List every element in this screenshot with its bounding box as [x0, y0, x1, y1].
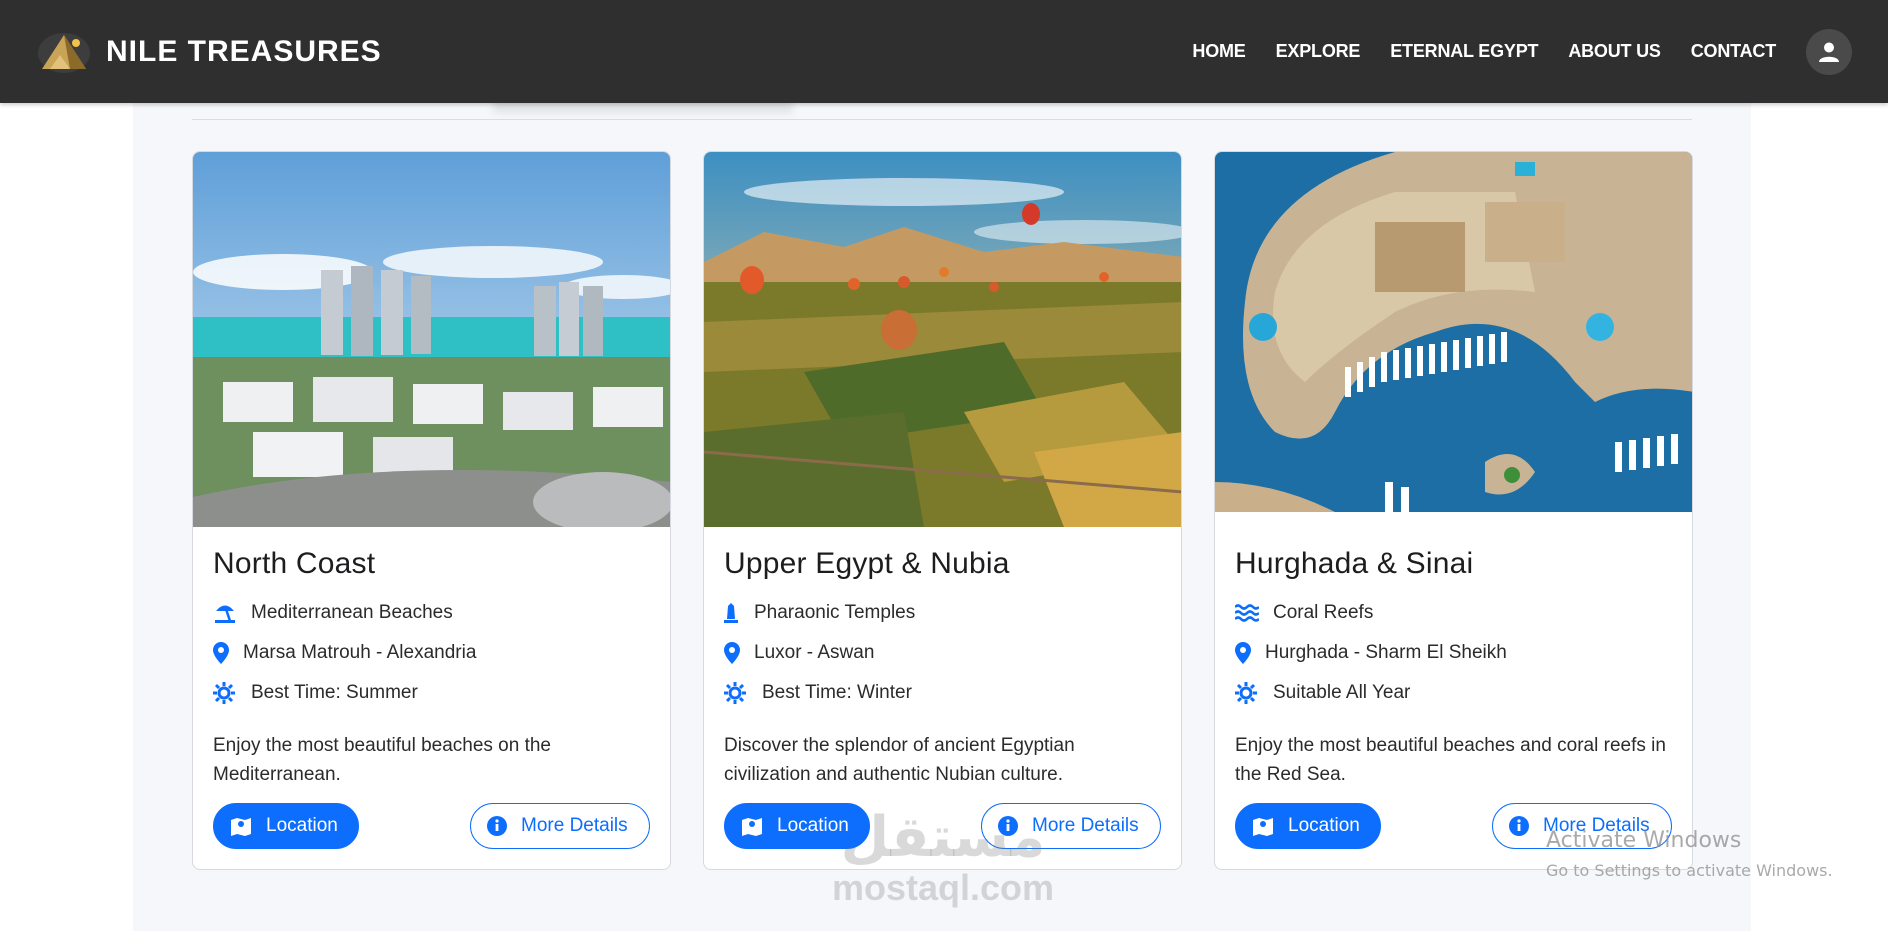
card-season-row: Best Time: Summer	[213, 673, 650, 713]
map-icon	[230, 816, 252, 836]
nav-link-about-us[interactable]: ABOUT US	[1568, 41, 1661, 62]
card-title: North Coast	[213, 547, 376, 580]
card-season-text: Best Time: Winter	[762, 682, 912, 703]
nav-links: HOME EXPLORE ETERNAL EGYPT ABOUT US CONT…	[1192, 41, 1776, 62]
card-category-row: Mediterranean Beaches	[213, 593, 650, 633]
map-icon	[1252, 816, 1274, 836]
card-description: Enjoy the most beautiful beaches and cor…	[1235, 735, 1666, 785]
section-divider	[192, 119, 1692, 120]
map-icon	[741, 816, 763, 836]
user-account-button[interactable]	[1806, 28, 1852, 75]
card-location-text: Hurghada - Sharm El Sheikh	[1265, 642, 1507, 663]
nav-link-explore[interactable]: EXPLORE	[1276, 41, 1361, 62]
location-button-label: Location	[266, 815, 338, 836]
card-season-text: Best Time: Summer	[251, 682, 418, 703]
card-category-text: Coral Reefs	[1273, 602, 1374, 623]
card-category-row: Pharaonic Temples	[724, 593, 1161, 633]
card-location-row: Hurghada - Sharm El Sheikh	[1235, 633, 1672, 673]
map-pin-icon	[213, 641, 231, 665]
north-coast-photo	[193, 152, 670, 527]
card-title: Hurghada & Sinai	[1235, 547, 1474, 580]
map-pin-icon	[1235, 641, 1253, 665]
card-description: Discover the splendor of ancient Egyptia…	[724, 735, 1075, 785]
card-location-row: Luxor - Aswan	[724, 633, 1161, 673]
destination-cards: North Coast Mediterranean Beaches Marsa …	[192, 151, 1693, 870]
info-icon	[487, 816, 507, 836]
sun-icon	[1235, 681, 1261, 705]
card-location-row: Marsa Matrouh - Alexandria	[213, 633, 650, 673]
destination-card-upper-egypt: Upper Egypt & Nubia Pharaonic Temples Lu…	[703, 151, 1182, 870]
card-description: Enjoy the most beautiful beaches on the …	[213, 735, 552, 785]
more-details-button-label: More Details	[521, 815, 628, 836]
more-details-button[interactable]: More Details	[981, 803, 1161, 849]
brand-name: NILE TREASURES	[106, 34, 382, 68]
info-icon	[998, 816, 1018, 836]
card-category-text: Mediterranean Beaches	[251, 602, 453, 623]
water-waves-icon	[1235, 601, 1261, 625]
location-button[interactable]: Location	[724, 803, 870, 849]
card-location-text: Marsa Matrouh - Alexandria	[243, 642, 477, 663]
sun-icon	[724, 681, 750, 705]
user-icon	[1819, 42, 1839, 62]
location-button[interactable]: Location	[1235, 803, 1381, 849]
nav-link-contact[interactable]: CONTACT	[1691, 41, 1776, 62]
upper-egypt-photo	[704, 152, 1181, 527]
card-location-text: Luxor - Aswan	[754, 642, 875, 663]
sun-icon	[213, 681, 239, 705]
umbrella-beach-icon	[213, 601, 239, 625]
more-details-button-label: More Details	[1543, 815, 1650, 836]
location-button[interactable]: Location	[213, 803, 359, 849]
monument-icon	[724, 601, 742, 625]
brand[interactable]: NILE TREASURES	[36, 29, 382, 75]
more-details-button[interactable]: More Details	[470, 803, 650, 849]
info-icon	[1509, 816, 1529, 836]
more-details-button[interactable]: More Details	[1492, 803, 1672, 849]
card-category-row: Coral Reefs	[1235, 593, 1672, 633]
hurghada-photo	[1215, 152, 1692, 527]
nav-link-home[interactable]: HOME	[1192, 41, 1245, 62]
top-navbar: NILE TREASURES HOME EXPLORE ETERNAL EGYP…	[0, 0, 1888, 103]
destination-card-hurghada: Hurghada & Sinai Coral Reefs Hurghada - …	[1214, 151, 1693, 870]
card-title: Upper Egypt & Nubia	[724, 547, 1010, 580]
card-season-text: Suitable All Year	[1273, 682, 1411, 703]
location-button-label: Location	[777, 815, 849, 836]
card-category-text: Pharaonic Temples	[754, 602, 916, 623]
destination-card-north-coast: North Coast Mediterranean Beaches Marsa …	[192, 151, 671, 870]
more-details-button-label: More Details	[1032, 815, 1139, 836]
nav-link-eternal-egypt[interactable]: ETERNAL EGYPT	[1390, 41, 1538, 62]
pyramid-logo-icon	[38, 32, 90, 73]
location-button-label: Location	[1288, 815, 1360, 836]
card-season-row: Best Time: Winter	[724, 673, 1161, 713]
destinations-panel: North Coast Mediterranean Beaches Marsa …	[133, 103, 1751, 931]
map-pin-icon	[724, 641, 742, 665]
card-season-row: Suitable All Year	[1235, 673, 1672, 713]
